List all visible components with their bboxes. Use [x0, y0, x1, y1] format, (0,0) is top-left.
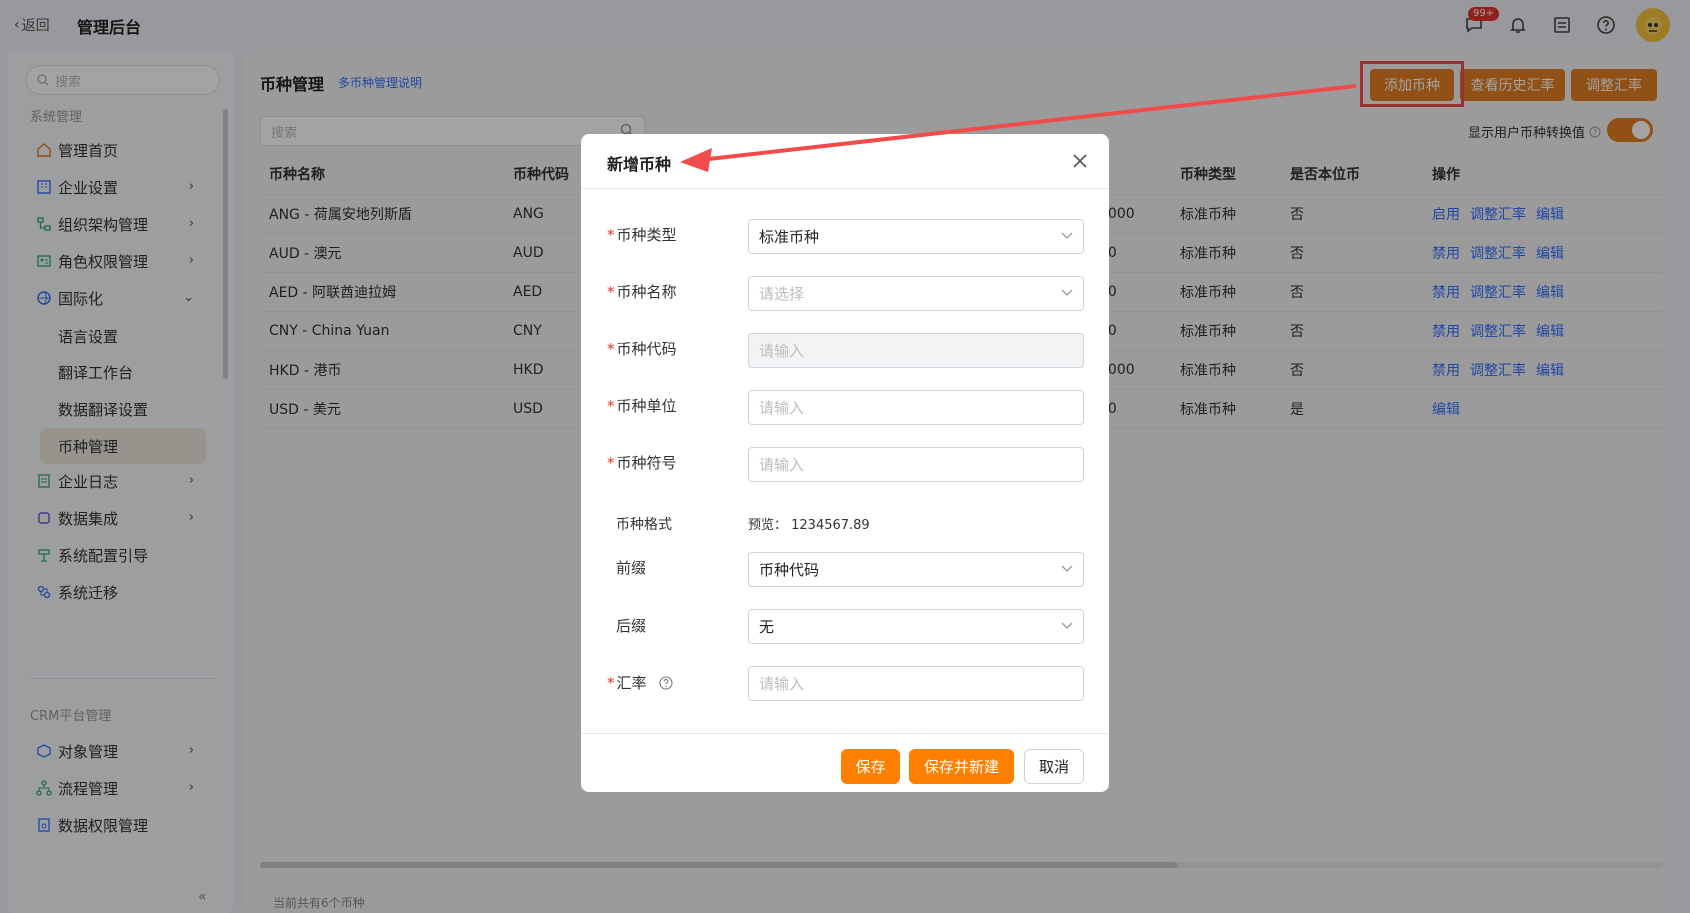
annotation-arrow	[680, 84, 1357, 172]
